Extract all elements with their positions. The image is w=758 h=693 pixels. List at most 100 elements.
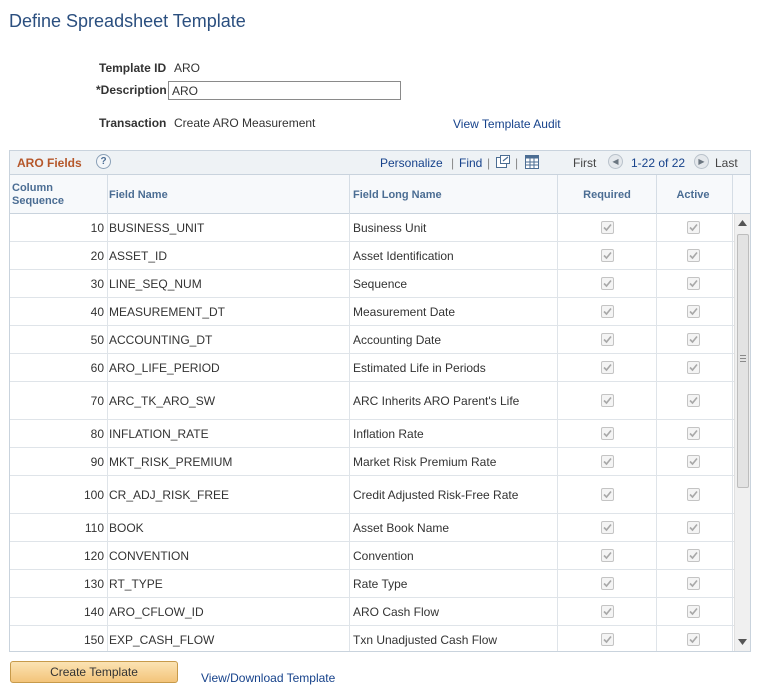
field-name-cell: BOOK — [109, 520, 144, 535]
field-long-name-cell: Estimated Life in Periods — [353, 360, 486, 375]
active-checkbox[interactable] — [686, 249, 700, 262]
active-cell — [657, 598, 729, 625]
required-checkbox[interactable] — [600, 361, 614, 374]
column-header-field-name[interactable]: Field Name — [109, 175, 349, 214]
required-checkbox[interactable] — [600, 521, 614, 534]
help-icon[interactable]: ? — [96, 154, 111, 169]
required-cell — [558, 598, 656, 625]
field-long-name-cell: Rate Type — [353, 576, 408, 591]
active-checkbox[interactable] — [686, 455, 700, 468]
column-sequence-cell: 30 — [90, 276, 104, 291]
field-name-cell: LINE_SEQ_NUM — [109, 276, 202, 291]
active-checkbox[interactable] — [686, 394, 700, 407]
required-checkbox[interactable] — [600, 249, 614, 262]
field-long-name-cell: Txn Unadjusted Cash Flow — [353, 632, 498, 647]
view-download-template-link[interactable]: View/Download Template — [201, 671, 335, 685]
active-checkbox[interactable] — [686, 305, 700, 318]
required-checkbox[interactable] — [600, 427, 614, 440]
required-checkbox[interactable] — [600, 221, 614, 234]
column-sequence-cell: 50 — [90, 332, 104, 347]
active-checkbox[interactable] — [686, 488, 700, 501]
required-cell — [558, 326, 656, 353]
active-cell — [657, 514, 729, 541]
active-checkbox[interactable] — [686, 577, 700, 590]
new-window-icon[interactable] — [495, 154, 511, 170]
column-header-sequence[interactable]: Column Sequence — [12, 175, 107, 214]
active-checkbox[interactable] — [686, 605, 700, 618]
field-long-name-cell: ARO Cash Flow — [353, 604, 440, 619]
required-checkbox[interactable] — [600, 488, 614, 501]
previous-row-button[interactable]: ◀ — [608, 154, 623, 169]
table-row: 150 EXP_CASH_FLOW Txn Unadjusted Cash Flow — [10, 626, 734, 651]
active-checkbox[interactable] — [686, 521, 700, 534]
scrollbar-thumb[interactable] — [737, 234, 749, 488]
active-checkbox[interactable] — [686, 427, 700, 440]
required-checkbox[interactable] — [600, 305, 614, 318]
row-range: 1-22 of 22 — [631, 156, 686, 170]
view-template-audit-link[interactable]: View Template Audit — [453, 117, 561, 131]
field-name-cell: INFLATION_RATE — [109, 426, 209, 441]
active-cell — [657, 354, 729, 381]
active-cell — [657, 570, 729, 597]
column-sequence-cell: 70 — [90, 393, 104, 408]
field-long-name-cell: Asset Identification — [353, 248, 454, 263]
required-cell — [558, 242, 656, 269]
column-header-required[interactable]: Required — [558, 175, 656, 214]
required-cell — [558, 476, 656, 513]
required-checkbox[interactable] — [600, 394, 614, 407]
column-sequence-cell: 20 — [90, 248, 104, 263]
column-sequence-cell: 140 — [83, 604, 104, 619]
active-cell — [657, 382, 729, 419]
active-checkbox[interactable] — [686, 221, 700, 234]
field-name-cell: CR_ADJ_RISK_FREE — [109, 487, 230, 502]
active-checkbox[interactable] — [686, 633, 700, 646]
column-header-active[interactable]: Active — [657, 175, 729, 214]
scroll-down-arrow-icon[interactable] — [738, 638, 747, 646]
required-cell — [558, 214, 656, 241]
active-cell — [657, 214, 729, 241]
template-id-value: ARO — [174, 61, 201, 75]
download-spreadsheet-icon[interactable] — [524, 154, 540, 170]
field-name-cell: ARO_CFLOW_ID — [109, 604, 204, 619]
column-sequence-cell: 120 — [83, 548, 104, 563]
required-checkbox[interactable] — [600, 605, 614, 618]
required-checkbox[interactable] — [600, 455, 614, 468]
active-checkbox[interactable] — [686, 361, 700, 374]
active-checkbox[interactable] — [686, 549, 700, 562]
scroll-up-arrow-icon[interactable] — [738, 219, 747, 227]
field-long-name-cell: ARC Inherits ARO Parent's Life — [353, 393, 520, 408]
column-sequence-cell: 40 — [90, 304, 104, 319]
active-checkbox[interactable] — [686, 333, 700, 346]
field-long-name-cell: Measurement Date — [353, 304, 456, 319]
required-checkbox[interactable] — [600, 577, 614, 590]
required-checkbox[interactable] — [600, 633, 614, 646]
field-name-cell: RT_TYPE — [109, 576, 163, 591]
transaction-label: Transaction — [99, 116, 167, 130]
active-cell — [657, 542, 729, 569]
active-cell — [657, 626, 729, 651]
required-checkbox[interactable] — [600, 277, 614, 290]
active-cell — [657, 298, 729, 325]
transaction-value: Create ARO Measurement — [174, 116, 316, 130]
active-cell — [657, 326, 729, 353]
personalize-link[interactable]: Personalize — [380, 156, 443, 170]
table-row: 90 MKT_RISK_PREMIUM Market Risk Premium Ra… — [10, 448, 734, 476]
next-row-button[interactable]: ▶ — [694, 154, 709, 169]
field-name-cell: ARO_LIFE_PERIOD — [109, 360, 220, 375]
required-cell — [558, 542, 656, 569]
active-checkbox[interactable] — [686, 277, 700, 290]
description-input[interactable] — [168, 81, 401, 100]
field-long-name-cell: Asset Book Name — [353, 520, 450, 535]
find-link[interactable]: Find — [459, 156, 482, 170]
required-checkbox[interactable] — [600, 549, 614, 562]
create-template-button[interactable]: Create Template — [10, 661, 178, 683]
field-name-cell: ASSET_ID — [109, 248, 168, 263]
required-checkbox[interactable] — [600, 333, 614, 346]
active-cell — [657, 448, 729, 475]
required-cell — [558, 354, 656, 381]
vertical-scrollbar[interactable] — [734, 214, 750, 651]
field-long-name-cell: Business Unit — [353, 220, 427, 235]
column-header-field-long-name[interactable]: Field Long Name — [353, 175, 553, 214]
required-cell — [558, 514, 656, 541]
template-id-label: Template ID — [99, 61, 167, 75]
